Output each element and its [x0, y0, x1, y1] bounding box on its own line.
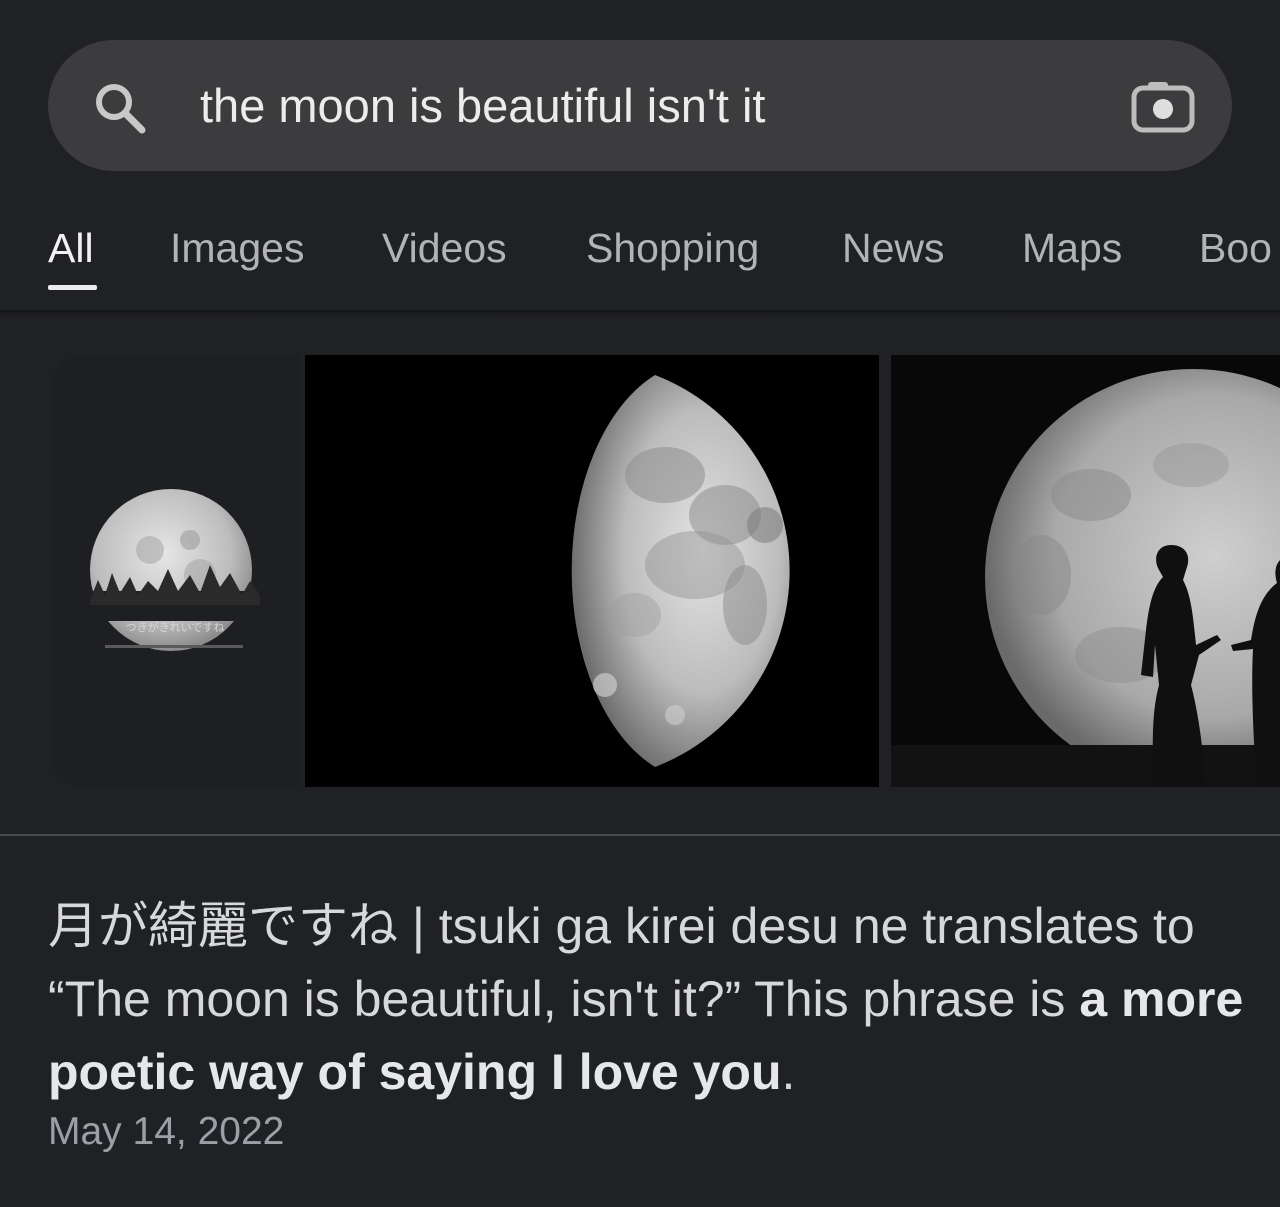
tab-all[interactable]: All: [48, 224, 94, 272]
search-input[interactable]: [200, 76, 1080, 136]
section-divider: [0, 834, 1280, 836]
tab-news[interactable]: News: [842, 224, 945, 272]
image-result-1[interactable]: つきがきれいですね: [50, 355, 300, 787]
camera-icon[interactable]: [1130, 76, 1196, 136]
snippet-text: 月が綺麗ですね | tsuki ga kirei desu ne transla…: [48, 898, 1195, 1027]
tab-videos[interactable]: Videos: [382, 224, 507, 272]
search-tabs: All Images Videos Shopping News Maps Boo: [0, 210, 1280, 300]
tab-maps[interactable]: Maps: [1022, 224, 1122, 272]
moon-trees-image: つきがきれいですね: [80, 489, 270, 651]
tab-shopping[interactable]: Shopping: [586, 224, 759, 272]
active-tab-indicator: [48, 285, 97, 290]
tab-images[interactable]: Images: [170, 224, 304, 272]
image-carousel[interactable]: つきがきれいですね: [50, 355, 1280, 787]
snippet-text-end: .: [781, 1044, 796, 1100]
search-icon[interactable]: [90, 80, 150, 136]
image-result-2[interactable]: [305, 355, 879, 787]
moon-image: [571, 375, 790, 767]
tabs-divider: [0, 310, 1280, 318]
moon-couple-image: [891, 369, 1280, 787]
image-result-3[interactable]: [891, 355, 1280, 787]
image-caption: つきがきれいですね: [126, 620, 225, 634]
tab-books[interactable]: Boo: [1199, 224, 1272, 272]
snippet-date: May 14, 2022: [48, 1110, 285, 1153]
featured-snippet: 月が綺麗ですね | tsuki ga kirei desu ne transla…: [48, 890, 1248, 1109]
